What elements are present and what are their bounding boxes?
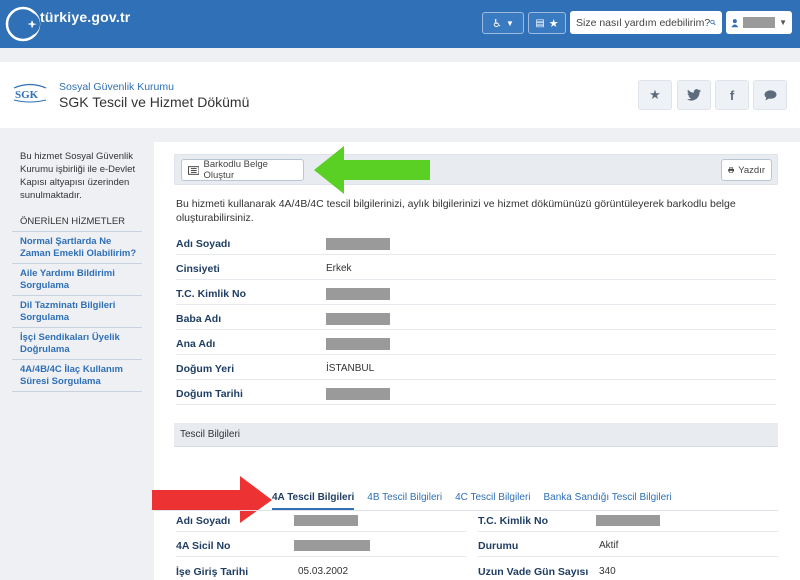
info-row-adi-soyadi: Adı Soyadı	[176, 233, 776, 255]
twitter-icon	[687, 89, 701, 101]
tescil-tabs: 4A Tescil Bilgileri 4B Tescil Bilgileri …	[272, 488, 685, 510]
barcode-document-button[interactable]: Barkodlu Belge Oluştur	[181, 159, 304, 181]
org-name: Sosyal Güvenlik Kurumu	[59, 81, 174, 93]
tescil-value: 05.03.2002	[298, 566, 349, 577]
tescil-row-ise-giris: İşe Giriş Tarihi 05.03.2002	[176, 561, 466, 580]
share-twitter-button[interactable]	[677, 80, 711, 110]
logo-text[interactable]: türkiye.gov.tr	[40, 9, 130, 25]
add-favorite-button[interactable]: ★	[638, 80, 672, 110]
info-label: Adı Soyadı	[176, 237, 231, 250]
sidebar: Bu hizmet Sosyal Güvenlik Kurumu işbirli…	[12, 150, 142, 392]
tescil-row-durumu: Durumu Aktif	[478, 535, 778, 557]
tab-banka-sandigi[interactable]: Banka Sandığı Tescil Bilgileri	[544, 488, 672, 510]
favorites-button[interactable]: ▤ ★	[528, 12, 566, 34]
info-value: Erkek	[326, 263, 352, 274]
wheelchair-icon: ♿	[492, 17, 502, 30]
print-button-label: Yazdır	[738, 164, 765, 176]
info-label: Doğum Yeri	[176, 362, 235, 375]
barcode-icon	[188, 165, 200, 175]
printer-icon	[728, 167, 734, 173]
tescil-row-adi-soyadi: Adı Soyadı	[176, 510, 466, 532]
comment-button[interactable]	[753, 80, 787, 110]
sidebar-item-dil-tazminati[interactable]: Dil Tazminatı Bilgileri Sorgulama	[12, 296, 142, 328]
tescil-value: 340	[599, 566, 616, 577]
tescil-row-uzun-vade: Uzun Vade Gün Sayısı 340	[478, 561, 778, 580]
redacted-value	[294, 515, 358, 526]
search-input[interactable]: Size nasıl yardım edebilirim?	[576, 17, 710, 29]
tescil-label: İşe Giriş Tarihi	[176, 565, 249, 578]
user-icon	[731, 18, 739, 27]
suggested-services-list: Normal Şartlarda Ne Zaman Emekli Olabili…	[12, 231, 142, 392]
facebook-icon: f	[729, 87, 735, 103]
sgk-logo-icon: SGK	[13, 83, 47, 103]
user-menu-button[interactable]: ▼	[726, 11, 792, 34]
sidebar-item-aile-yardimi[interactable]: Aile Yardımı Bildirimi Sorgulama	[12, 264, 142, 296]
tescil-label: Durumu	[478, 539, 519, 552]
redacted-value	[326, 287, 390, 300]
print-button[interactable]: Yazdır	[721, 159, 772, 181]
redacted-value	[326, 337, 390, 350]
info-label: Baba Adı	[176, 312, 222, 325]
top-bar: türkiye.gov.tr ♿ ▼ ▤ ★ Size nasıl yardım…	[0, 0, 800, 48]
redacted-value	[326, 237, 390, 250]
info-label: Ana Adı	[176, 337, 216, 350]
intro-text: Bu hizmeti kullanarak 4A/4B/4C tescil bi…	[176, 198, 736, 224]
info-label: Cinsiyeti	[176, 262, 220, 275]
tescil-row-sicil-no: 4A Sicil No	[176, 535, 466, 557]
svg-text:SGK: SGK	[15, 89, 39, 101]
info-row-dogum-yeri: Doğum Yeri İSTANBUL	[176, 358, 776, 380]
sidebar-item-isci-sendikalari[interactable]: İşçi Sendikaları Üyelik Doğrulama	[12, 328, 142, 360]
tab-4b-tescil[interactable]: 4B Tescil Bilgileri	[367, 488, 442, 510]
sidebar-item-ilac-kullanim[interactable]: 4A/4B/4C İlaç Kullanım Süresi Sorgulama	[12, 360, 142, 392]
info-row-cinsiyet: Cinsiyeti Erkek	[176, 258, 776, 280]
info-row-baba-adi: Baba Adı	[176, 308, 776, 330]
star-icon: ★	[548, 17, 559, 30]
green-arrow-annotation-icon	[314, 146, 430, 194]
star-icon: ★	[649, 87, 661, 102]
tab-4c-tescil[interactable]: 4C Tescil Bilgileri	[455, 488, 530, 510]
share-facebook-button[interactable]: f	[715, 80, 749, 110]
info-label: Doğum Tarihi	[176, 387, 243, 400]
redacted-value	[596, 515, 660, 526]
tescil-row-tc-kimlik: T.C. Kimlik No	[478, 510, 778, 532]
tescil-value: Aktif	[599, 540, 619, 551]
tab-4a-tescil[interactable]: 4A Tescil Bilgileri	[272, 488, 355, 510]
search-icon[interactable]	[710, 17, 716, 28]
sidebar-intro: Bu hizmet Sosyal Güvenlik Kurumu işbirli…	[20, 151, 136, 201]
redacted-value	[294, 540, 370, 551]
section-title: Tescil Bilgileri	[174, 423, 778, 447]
search-box[interactable]: Size nasıl yardım edebilirim?	[570, 11, 722, 34]
info-row-tc-kimlik: T.C. Kimlik No	[176, 283, 776, 305]
suggested-services-title: ÖNERİLEN HİZMETLER	[20, 216, 126, 227]
sidebar-item-emeklilik[interactable]: Normal Şartlarda Ne Zaman Emekli Olabili…	[12, 232, 142, 264]
tescil-label: Adı Soyadı	[176, 514, 231, 527]
redacted-value	[326, 387, 390, 400]
tescil-label: T.C. Kimlik No	[478, 514, 549, 527]
id-card-icon: ▤	[535, 17, 545, 29]
info-row-dogum-tarihi: Doğum Tarihi	[176, 383, 776, 405]
tescil-label: 4A Sicil No	[176, 539, 231, 552]
info-label: T.C. Kimlik No	[176, 287, 247, 300]
info-row-ana-adi: Ana Adı	[176, 333, 776, 355]
caret-down-icon: ▼	[505, 18, 514, 28]
barcode-button-label: Barkodlu Belge Oluştur	[203, 159, 268, 181]
caret-down-icon: ▼	[779, 18, 787, 27]
accessibility-button[interactable]: ♿ ▼	[482, 12, 524, 34]
redacted-value	[326, 312, 390, 325]
comment-icon	[764, 89, 776, 101]
page-title: SGK Tescil ve Hizmet Dökümü	[59, 94, 250, 110]
tescil-label: Uzun Vade Gün Sayısı	[478, 565, 589, 578]
info-value: İSTANBUL	[326, 363, 375, 374]
redacted-user-name	[742, 17, 776, 28]
